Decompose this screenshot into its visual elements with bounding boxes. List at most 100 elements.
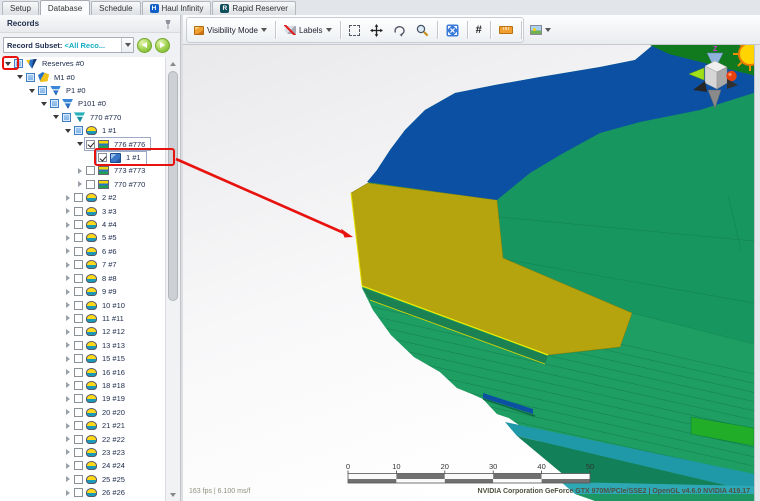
tree-item[interactable]: 13 #13 [0,339,166,352]
tree-expand-icon[interactable] [63,235,73,241]
tree-expand-icon[interactable] [3,62,13,66]
tree-item[interactable]: 20 #20 [0,406,166,419]
tree-item[interactable]: 5 #5 [0,231,166,244]
tree-expand-icon[interactable] [75,142,85,146]
tree-checkbox[interactable] [62,113,71,122]
tree-expand-icon[interactable] [63,262,73,268]
tree-checkbox[interactable] [50,99,59,108]
tree-checkbox[interactable] [74,287,83,296]
tree-item[interactable]: 773 #773 [0,164,166,177]
tree-item[interactable]: 8 #8 [0,272,166,285]
pan-button[interactable] [366,20,387,41]
tree-expand-icon[interactable] [63,449,73,455]
tree-item[interactable]: 22 #22 [0,432,166,445]
tree-item[interactable]: 24 #24 [0,459,166,472]
next-subset-button[interactable] [155,38,170,53]
tree-checkbox[interactable] [74,341,83,350]
tree-expand-icon[interactable] [63,409,73,415]
tree-item[interactable]: 776 #776 [0,137,166,150]
tree-item[interactable]: 16 #16 [0,365,166,378]
tree-expand-icon[interactable] [63,423,73,429]
record-subset-dropdown[interactable]: Record Subset: <All Reco... [3,37,134,53]
pin-icon[interactable] [164,19,172,37]
tree-checkbox[interactable] [86,140,95,149]
tree-item[interactable]: 7 #7 [0,258,166,271]
tree-item[interactable]: 4 #4 [0,218,166,231]
tree-item[interactable]: 770 #770 [0,111,166,124]
marquee-select-button[interactable] [345,20,364,41]
tree-expand-icon[interactable] [63,195,73,201]
tree-item[interactable]: 9 #9 [0,285,166,298]
tree-checkbox[interactable] [74,475,83,484]
tree-item[interactable]: 1 #1 [0,151,166,164]
tree-item[interactable]: P1 #0 [0,84,166,97]
tree-checkbox[interactable] [74,435,83,444]
tree-expand-icon[interactable] [63,356,73,362]
tree-item[interactable]: 770 #770 [0,178,166,191]
tree-checkbox[interactable] [86,180,95,189]
tree-checkbox[interactable] [74,421,83,430]
tree-expand-icon[interactable] [63,222,73,228]
tree-checkbox[interactable] [74,394,83,403]
scrollbar-thumb[interactable] [168,71,178,301]
tree-item[interactable]: P101 #0 [0,97,166,110]
tab-rapid-reserver[interactable]: R Rapid Reserver [212,1,296,15]
tree-expand-icon[interactable] [63,436,73,442]
tree-checkbox[interactable] [38,86,47,95]
tree-item[interactable]: 18 #18 [0,379,166,392]
scroll-down-icon[interactable] [166,488,179,501]
tree-checkbox[interactable] [74,207,83,216]
tab-schedule[interactable]: Schedule [91,1,140,15]
tree-expand-icon[interactable] [63,382,73,388]
tree-expand-icon[interactable] [63,342,73,348]
tree-checkbox[interactable] [74,126,83,135]
screenshot-button[interactable] [526,20,555,41]
tree-expand-icon[interactable] [39,102,49,106]
tree-expand-icon[interactable] [63,490,73,496]
tree-expand-icon[interactable] [63,302,73,308]
tree-item[interactable]: 19 #19 [0,392,166,405]
tree-item[interactable]: 2 #2 [0,191,166,204]
tree-checkbox[interactable] [74,260,83,269]
tree-checkbox[interactable] [26,73,35,82]
tree-checkbox[interactable] [74,247,83,256]
tree-item[interactable]: M1 #0 [0,70,166,83]
tree-item[interactable]: 12 #12 [0,325,166,338]
tree-item[interactable]: 21 #21 [0,419,166,432]
tree-item[interactable]: 23 #23 [0,446,166,459]
tree-expand-icon[interactable] [63,476,73,482]
tree-expand-icon[interactable] [63,396,73,402]
tree-expand-icon[interactable] [51,115,61,119]
tab-haul-infinity[interactable]: H Haul Infinity [142,1,212,15]
tree-expand-icon[interactable] [63,208,73,214]
tree-checkbox[interactable] [98,153,107,162]
tree-checkbox[interactable] [86,166,95,175]
tree-expand-icon[interactable] [63,329,73,335]
tab-setup[interactable]: Setup [2,1,39,15]
labels-button[interactable]: Labels [280,20,336,41]
tree-item[interactable]: 26 #26 [0,486,166,499]
tree-checkbox[interactable] [74,368,83,377]
tab-database[interactable]: Database [40,0,90,15]
tree-expand-icon[interactable] [75,168,85,174]
tree-checkbox[interactable] [74,314,83,323]
tree-checkbox[interactable] [74,220,83,229]
zoom-fit-button[interactable] [442,20,463,41]
prev-subset-button[interactable] [137,38,152,53]
tree-item[interactable]: Reserves #0 [0,57,166,70]
record-subset-caret[interactable] [121,38,133,52]
tree-checkbox[interactable] [74,301,83,310]
tree-expand-icon[interactable] [15,75,25,79]
zoom-button[interactable] [412,20,433,41]
tree-checkbox[interactable] [74,448,83,457]
tree-item[interactable]: 1 #1 [0,124,166,137]
tree-item[interactable]: 25 #25 [0,473,166,486]
tree-expand-icon[interactable] [63,463,73,469]
tree-checkbox[interactable] [74,408,83,417]
tree-checkbox[interactable] [74,327,83,336]
tree-expand-icon[interactable] [63,129,73,133]
tree-expand-icon[interactable] [63,289,73,295]
tree-checkbox[interactable] [74,193,83,202]
tree-item[interactable]: 3 #3 [0,204,166,217]
tree-item[interactable]: 15 #15 [0,352,166,365]
